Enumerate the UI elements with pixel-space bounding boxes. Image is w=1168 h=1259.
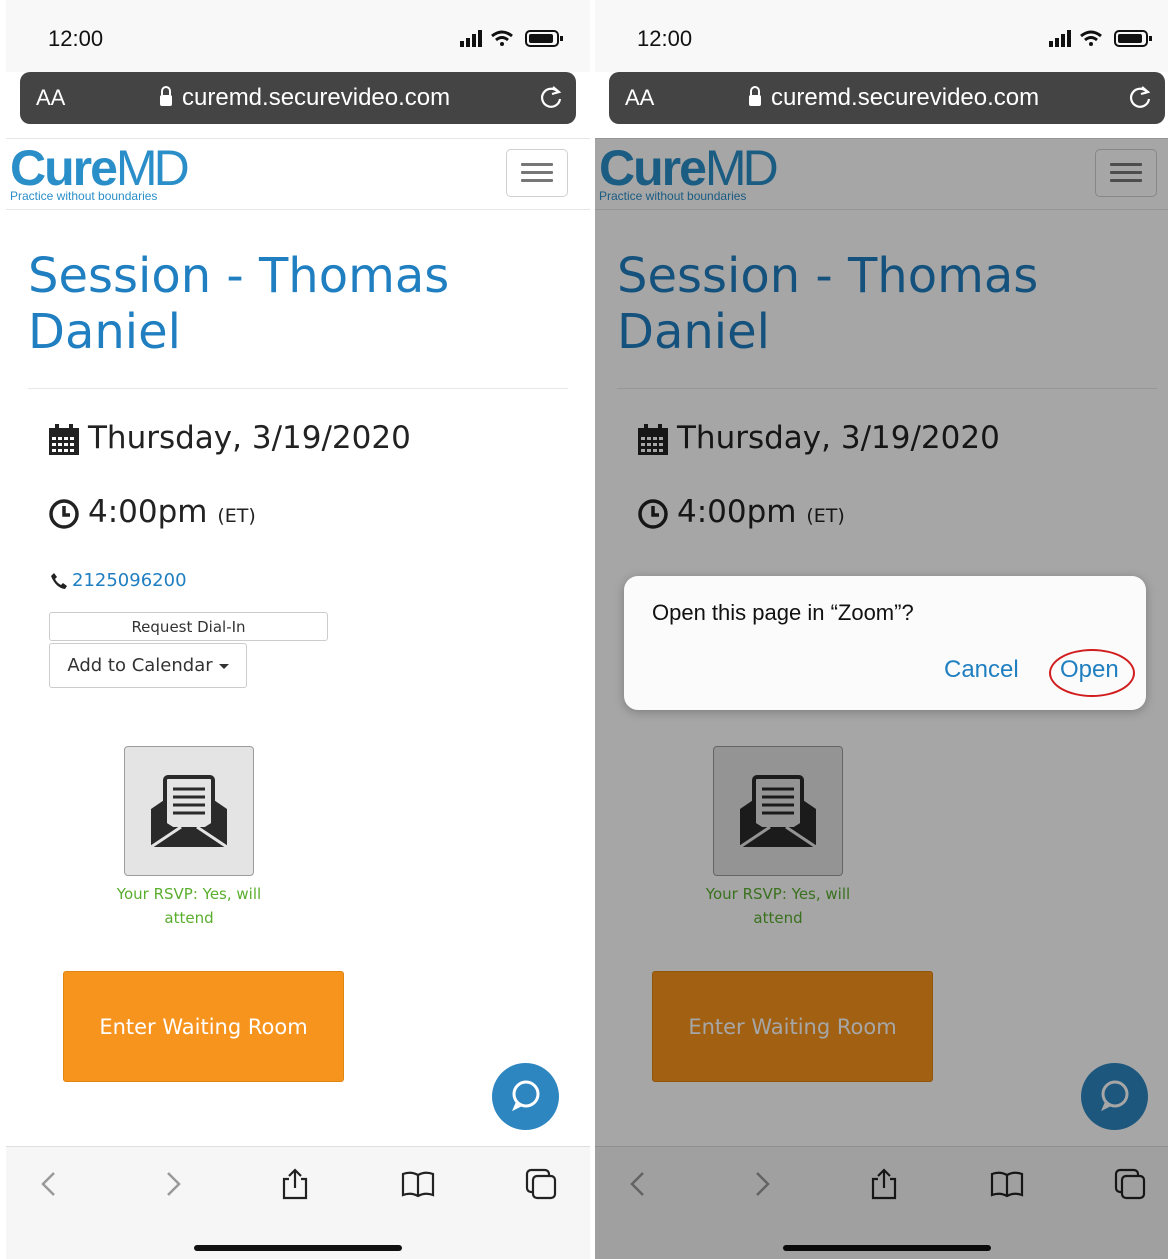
url-text: curemd.securevideo.com [182, 84, 451, 111]
address-bar[interactable]: AA curemd.securevideo.com [20, 72, 576, 124]
divider [28, 388, 568, 389]
browser-toolbar [6, 1146, 590, 1259]
lock-icon [749, 86, 761, 106]
back-icon[interactable] [32, 1167, 66, 1201]
rsvp-status-box [124, 746, 254, 876]
home-indicator [194, 1245, 402, 1251]
lock-icon [160, 86, 172, 106]
clock-icon [49, 498, 79, 529]
dial-in-phone[interactable]: 2125096200 [50, 570, 187, 591]
forward-icon[interactable] [156, 1167, 190, 1201]
session-time: 4:00pm (ET) [48, 494, 256, 530]
status-icons [1049, 30, 1152, 47]
page-title: Session - Thomas Daniel [28, 248, 450, 360]
status-time: 12:00 [637, 26, 693, 51]
status-icons [460, 30, 563, 47]
address-bar[interactable]: AA curemd.securevideo.com [609, 72, 1165, 124]
status-time: 12:00 [48, 26, 104, 51]
session-date: Thursday, 3/19/2020 [48, 420, 411, 456]
url-display[interactable]: curemd.securevideo.com [749, 84, 1039, 112]
reload-icon[interactable] [1127, 84, 1153, 110]
signal-icon [1049, 30, 1071, 47]
wifi-icon [1080, 30, 1102, 46]
menu-button[interactable] [506, 149, 568, 197]
url-display[interactable]: curemd.securevideo.com [160, 84, 450, 112]
envelope-icon [150, 775, 228, 849]
share-icon[interactable] [278, 1167, 312, 1201]
rsvp-text: Your RSVP: Yes, will attend [116, 885, 262, 927]
dialog-message: Open this page in “Zoom”? [652, 600, 914, 625]
chat-button[interactable] [492, 1063, 559, 1130]
reload-icon[interactable] [538, 84, 564, 110]
add-to-calendar-button[interactable]: Add to Calendar [49, 643, 247, 688]
open-highlight-circle [1049, 649, 1135, 697]
bookmarks-icon[interactable] [401, 1167, 435, 1201]
phone-icon [51, 573, 67, 589]
modal-backdrop-toolbar [595, 1146, 1168, 1259]
text-size-button[interactable]: AA [36, 85, 65, 111]
menu-icon [521, 163, 553, 166]
status-bar: 12:00 [595, 0, 1168, 72]
calendar-icon [49, 423, 79, 455]
site-header: CureMD Practice without boundaries [6, 138, 590, 210]
text-size-button[interactable]: AA [625, 85, 654, 111]
status-bar: 12:00 [6, 0, 590, 72]
phone-screen-after: 12:00 AA curemd.securevideo.com CureMD P… [595, 0, 1168, 1259]
battery-icon [1114, 30, 1152, 47]
request-dial-in-button[interactable]: Request Dial-In [49, 612, 328, 641]
chat-icon [512, 1080, 540, 1112]
caret-down-icon [218, 663, 229, 669]
phone-screen-before: 12:00 AA curemd.securevideo.com CureMD P… [6, 0, 590, 1259]
enter-waiting-room-button[interactable]: Enter Waiting Room [63, 971, 344, 1082]
wifi-icon [491, 30, 513, 46]
signal-icon [460, 30, 482, 47]
battery-icon [525, 30, 563, 47]
tabs-icon[interactable] [524, 1167, 558, 1201]
open-in-zoom-dialog: Open this page in “Zoom”? Cancel Open [624, 576, 1146, 710]
curemd-logo[interactable]: CureMD Practice without boundaries [10, 141, 190, 203]
cancel-button[interactable]: Cancel [944, 656, 1019, 684]
url-text: curemd.securevideo.com [771, 84, 1040, 111]
